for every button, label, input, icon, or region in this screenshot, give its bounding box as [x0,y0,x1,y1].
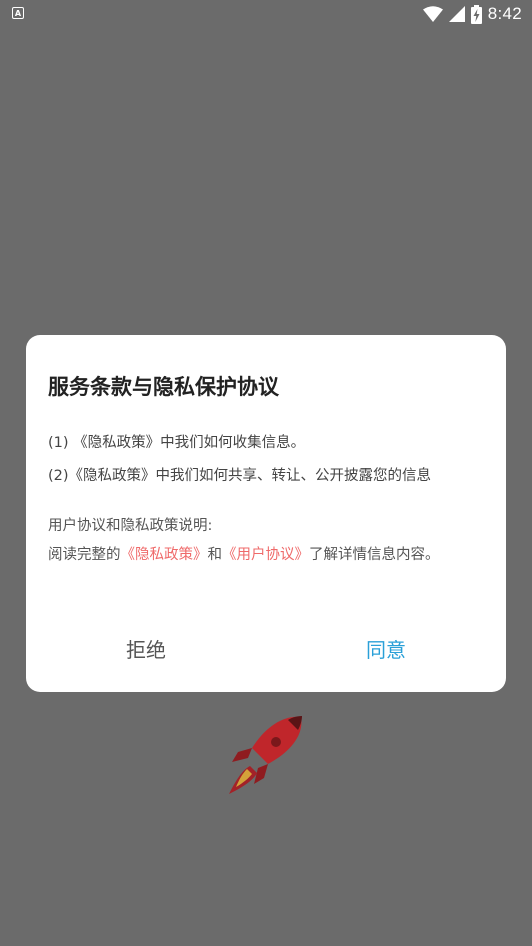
status-bar: A 8:42 [0,0,532,28]
description-heading: 用户协议和隐私政策说明: [48,518,213,534]
reject-button[interactable]: 拒绝 [26,618,266,678]
dialog-title: 服务条款与隐私保护协议 [48,375,279,399]
privacy-dialog: 服务条款与隐私保护协议 (1) 《隐私政策》中我们如何收集信息。 (2)《隐私政… [26,335,506,692]
agree-button[interactable]: 同意 [266,618,506,678]
description-text: 阅读完整的《隐私政策》和《用户协议》了解详情信息内容。 [48,547,468,564]
policy-item: (1) 《隐私政策》中我们如何收集信息。 [48,435,306,451]
status-indicators: 8:42 [422,3,522,25]
app-notification-icon: A [12,7,24,19]
cellular-signal-icon [448,6,465,22]
description-prefix: 阅读完整的 [48,547,121,563]
privacy-policy-link[interactable]: 《隐私政策》 [121,547,208,563]
battery-charging-icon [470,4,482,24]
description-suffix: 了解详情信息内容。 [309,547,440,563]
user-agreement-link[interactable]: 《用户协议》 [222,547,309,563]
policy-item: (2)《隐私政策》中我们如何共享、转让、公开披露您的信息 [48,468,432,484]
wifi-icon [422,6,443,22]
status-time: 8:42 [487,4,522,23]
rocket-icon [229,716,302,794]
description-conjunction: 和 [207,547,223,563]
